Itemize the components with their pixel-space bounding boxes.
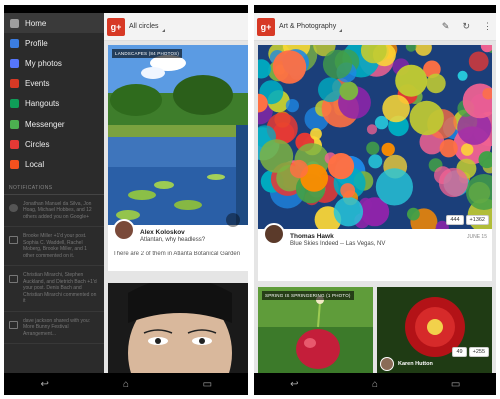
drawer-item-local[interactable]: Local xyxy=(4,154,104,174)
profile-icon xyxy=(10,38,19,48)
community-title[interactable]: Art & Photography xyxy=(279,23,336,30)
drawer-item-label: Events xyxy=(25,79,50,89)
post-date: JUNE 15 xyxy=(466,234,487,240)
notification-text: Jonathan Manuel da Silva, Jon Hoag, Mich… xyxy=(23,200,92,220)
drawer-item-label: Hangouts xyxy=(25,99,60,109)
notification-item[interactable]: Christian Mirarchi, Stephen Auckland, an… xyxy=(4,266,104,312)
drawer-item-label: Profile xyxy=(25,38,48,48)
local-icon xyxy=(10,159,19,169)
drawer-item-messenger[interactable]: Messenger xyxy=(4,114,104,134)
drawer-item-home[interactable]: Home xyxy=(4,13,104,34)
app-bar: g+ Art & Photography ✎ ↻ ⋮ xyxy=(254,13,496,41)
community-stream: 444 +1362 JUNE 15 Thomas Hawk Blue Skies… xyxy=(254,41,496,373)
album-tag: SPRING IS SPRINGERING (1 PHOTO) xyxy=(262,291,354,300)
glass-art-photo[interactable] xyxy=(258,45,492,229)
album-tag: LANDSCAPES (84 PHOTOS) xyxy=(112,49,183,58)
drawer-item-label: Messenger xyxy=(25,119,65,129)
dropdown-caret-icon xyxy=(161,29,165,32)
post-card[interactable]: LANDSCAPES (84 PHOTOS) Alex Koloskov Atl… xyxy=(108,45,248,271)
home-icon[interactable]: ⌂ xyxy=(365,379,385,390)
notification-item[interactable]: Jonathan Manuel da Silva, Jon Hoag, Mich… xyxy=(4,195,104,227)
post-card[interactable]: SPRING IS SPRINGERING (1 PHOTO) xyxy=(258,287,373,373)
status-bar xyxy=(254,5,496,13)
status-bar xyxy=(104,5,248,13)
author-name[interactable]: Alex Koloskov xyxy=(140,229,205,236)
drawer-item-events[interactable]: Events xyxy=(4,74,104,94)
back-icon[interactable]: ↩ xyxy=(35,379,55,390)
drawer-item-label: Home xyxy=(25,18,47,28)
home-icon[interactable]: ⌂ xyxy=(116,379,136,390)
overflow-menu-icon[interactable]: ⋮ xyxy=(483,21,492,32)
drawer-nav-list: Home Profile My photos Events Hangouts Messen… xyxy=(4,13,104,175)
author-name[interactable]: Thomas Hawk xyxy=(290,233,385,240)
post-card[interactable]: 49 +255 Karen Hutton xyxy=(377,287,492,373)
post-card[interactable] xyxy=(108,283,248,373)
plus-one-count[interactable]: +1362 xyxy=(465,215,489,225)
post-subtitle: Atlantan, why headless? xyxy=(140,237,206,243)
compose-icon[interactable]: ✎ xyxy=(442,21,450,32)
drawer-item-label: Local xyxy=(25,159,45,169)
plus-one-count[interactable]: +255 xyxy=(468,347,489,357)
post-card[interactable]: 444 +1362 JUNE 15 Thomas Hawk Blue Skies… xyxy=(258,45,492,281)
post-meta: Alex Koloskov Atlantan, why headless? Th… xyxy=(108,219,248,261)
circles-icon xyxy=(10,139,19,149)
person-add-icon xyxy=(9,203,18,212)
drawer-item-circles[interactable]: Circles xyxy=(4,134,104,154)
comment-count[interactable]: 444 xyxy=(446,215,464,225)
post-icon xyxy=(9,275,18,283)
post-icon xyxy=(9,236,18,244)
refresh-icon[interactable]: ↻ xyxy=(462,21,470,32)
notification-text: Brooke Miller +1'd your post. Sophia C. … xyxy=(23,233,87,259)
circle-selector[interactable]: All circles xyxy=(129,23,159,30)
comment-count[interactable]: 49 xyxy=(452,347,467,357)
system-nav-bar: ↩ ⌂ ▭ xyxy=(254,373,496,395)
drawer-item-label: My photos xyxy=(25,58,62,68)
post-subtitle: Blue Skies Indeed -- Las Vegas, NV xyxy=(290,241,386,247)
events-icon xyxy=(10,79,19,89)
notifications-header: NOTIFICATIONS xyxy=(4,185,104,195)
right-phone-screen: g+ Art & Photography ✎ ↻ ⋮ 444 +1362 JUN… xyxy=(254,5,496,395)
recents-icon[interactable]: ▭ xyxy=(197,379,217,390)
back-icon[interactable]: ↩ xyxy=(284,379,304,390)
google-plus-logo[interactable]: g+ xyxy=(107,17,125,36)
avatar[interactable] xyxy=(263,223,285,245)
app-bar: g+ All circles xyxy=(104,13,248,41)
messenger-icon xyxy=(10,119,19,129)
notification-item[interactable]: Brooke Miller +1'd your post. Sophia C. … xyxy=(4,227,104,266)
dropdown-caret-icon xyxy=(339,29,343,32)
left-phone-screen: Home Profile My photos Events Hangouts Messen… xyxy=(4,5,248,395)
post-icon xyxy=(9,320,18,329)
avatar[interactable] xyxy=(113,219,135,241)
notification-text: Christian Mirarchi, Stephen Auckland, an… xyxy=(23,272,97,304)
notifications-list: Jonathan Manuel da Silva, Jon Hoag, Mich… xyxy=(4,195,104,344)
landscape-photo[interactable] xyxy=(108,45,248,225)
stream: g+ All circles LANDSCAPES (84 PHOTOS) Al… xyxy=(104,5,248,373)
portrait-photo[interactable] xyxy=(108,283,248,373)
recents-icon[interactable]: ▭ xyxy=(446,379,466,390)
notification-text: dave jackson shared with you: More Bunny… xyxy=(23,317,90,337)
status-bar xyxy=(4,5,104,13)
drawer-item-my-photos[interactable]: My photos xyxy=(4,53,104,73)
author-name[interactable]: Karen Hutton xyxy=(398,361,433,367)
hangouts-icon xyxy=(10,99,19,109)
home-icon xyxy=(10,18,19,28)
system-nav-bar: ↩ ⌂ ▭ xyxy=(4,373,248,395)
post-meta: JUNE 15 Thomas Hawk Blue Skies Indeed --… xyxy=(258,223,492,251)
notification-item[interactable]: dave jackson shared with you: More Bunny… xyxy=(4,312,104,344)
avatar[interactable] xyxy=(380,357,394,371)
post-text: There are 2 of them in Atlanta Botanical… xyxy=(113,251,241,257)
google-plus-logo[interactable]: g+ xyxy=(257,17,275,36)
drawer-item-label: Circles xyxy=(25,139,50,149)
drawer-item-hangouts[interactable]: Hangouts xyxy=(4,94,104,114)
drawer-item-profile[interactable]: Profile xyxy=(4,33,104,53)
navigation-drawer: Home Profile My photos Events Hangouts Messen… xyxy=(4,5,104,373)
my-photos-icon xyxy=(10,58,19,68)
